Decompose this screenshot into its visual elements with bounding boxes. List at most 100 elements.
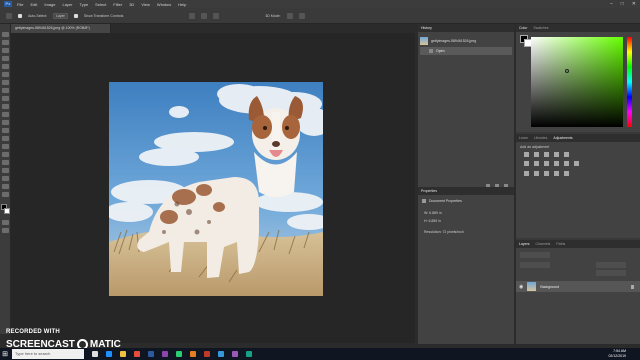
- tab-color[interactable]: Color: [519, 26, 527, 30]
- move-tool-icon[interactable]: [2, 32, 9, 37]
- vibrance-icon[interactable]: [564, 152, 569, 157]
- menu-view[interactable]: View: [141, 2, 150, 7]
- tab-channels[interactable]: Channels: [536, 242, 551, 246]
- app-icon[interactable]: [246, 351, 252, 357]
- curves-icon[interactable]: [544, 152, 549, 157]
- type-tool-icon[interactable]: [2, 152, 9, 157]
- menu-layer[interactable]: Layer: [62, 2, 72, 7]
- gradient-map-icon[interactable]: [554, 170, 559, 176]
- 3d-rotate-icon[interactable]: [286, 12, 293, 19]
- hue-saturation-icon[interactable]: [524, 161, 529, 167]
- close-icon[interactable]: ✕: [632, 1, 636, 7]
- tab-layers[interactable]: Layers: [519, 242, 530, 246]
- document-tab[interactable]: gettyimages-589461526.jpeg @ 100% (RGB/8…: [11, 24, 111, 33]
- fill-field[interactable]: [596, 270, 626, 276]
- brightness-icon[interactable]: [524, 152, 529, 157]
- acrobat-icon[interactable]: [204, 351, 210, 357]
- more-tools-icon[interactable]: [2, 192, 9, 197]
- minimize-icon[interactable]: –: [610, 1, 613, 7]
- blur-tool-icon[interactable]: [2, 128, 9, 133]
- levels-icon[interactable]: [534, 152, 539, 157]
- screen-mode-icon[interactable]: [2, 228, 9, 233]
- hue-slider[interactable]: [627, 37, 632, 127]
- menu-window[interactable]: Window: [157, 2, 171, 7]
- menu-image[interactable]: Image: [44, 2, 55, 7]
- height-value[interactable]: H: 6.889 in: [424, 219, 441, 223]
- tab-libraries[interactable]: Libraries: [534, 136, 547, 140]
- premiere-icon[interactable]: [162, 351, 168, 357]
- crop-tool-icon[interactable]: [2, 64, 9, 69]
- healing-tool-icon[interactable]: [2, 80, 9, 85]
- hand-tool-icon[interactable]: [2, 176, 9, 181]
- eye-icon[interactable]: ◉: [519, 284, 523, 290]
- history-state-row[interactable]: Open: [420, 47, 512, 55]
- color-balance-icon[interactable]: [534, 161, 539, 167]
- taskbar-clock[interactable]: 7:54 AM 02/12/2019: [608, 349, 626, 358]
- shape-tool-icon[interactable]: [2, 168, 9, 173]
- history-snapshot-row[interactable]: gettyimages-589461526.jpeg: [420, 36, 512, 45]
- history-brush-tool-icon[interactable]: [2, 104, 9, 109]
- maximize-icon[interactable]: □: [621, 1, 624, 7]
- brush-tool-icon[interactable]: [2, 88, 9, 93]
- color-picker-cursor[interactable]: [565, 69, 569, 73]
- color-picker-field[interactable]: [531, 37, 623, 127]
- mail-icon[interactable]: [218, 351, 224, 357]
- color-lookup-icon[interactable]: [574, 161, 579, 167]
- move-tool-icon[interactable]: [6, 12, 12, 19]
- blend-mode-dropdown[interactable]: [520, 262, 550, 268]
- zoom-tool-icon[interactable]: [2, 184, 9, 189]
- menu-select[interactable]: Select: [95, 2, 106, 7]
- edge-icon[interactable]: [106, 351, 112, 357]
- posterize-icon[interactable]: [534, 170, 539, 176]
- gradient-tool-icon[interactable]: [2, 120, 9, 125]
- lasso-tool-icon[interactable]: [2, 48, 9, 53]
- menu-file[interactable]: File: [17, 2, 23, 7]
- menu-type[interactable]: Type: [80, 2, 89, 7]
- file-explorer-icon[interactable]: [120, 351, 126, 357]
- channel-mixer-icon[interactable]: [564, 161, 569, 167]
- tab-swatches[interactable]: Swatches: [533, 26, 548, 30]
- dodge-tool-icon[interactable]: [2, 136, 9, 141]
- tab-properties[interactable]: Properties: [421, 189, 437, 193]
- black-white-icon[interactable]: [544, 161, 549, 167]
- stamp-tool-icon[interactable]: [2, 96, 9, 101]
- layer-filter-dropdown[interactable]: [520, 252, 550, 258]
- illustrator-icon[interactable]: [190, 351, 196, 357]
- taskbar-search-input[interactable]: Type here to search: [12, 349, 84, 359]
- task-view-icon[interactable]: [92, 351, 98, 357]
- menu-edit[interactable]: Edit: [30, 2, 37, 7]
- auto-select-dropdown[interactable]: Layer: [53, 12, 68, 19]
- pen-tool-icon[interactable]: [2, 144, 9, 149]
- photo-filter-icon[interactable]: [554, 161, 559, 167]
- tab-adjustments[interactable]: Adjustments: [553, 136, 572, 140]
- auto-select-checkbox[interactable]: [18, 13, 22, 18]
- windows-start-icon[interactable]: ⊞: [0, 348, 10, 360]
- exposure-icon[interactable]: [554, 152, 559, 157]
- opacity-field[interactable]: [596, 262, 626, 268]
- show-transform-checkbox[interactable]: [73, 13, 78, 18]
- path-select-tool-icon[interactable]: [2, 160, 9, 165]
- app-icon[interactable]: [176, 351, 182, 357]
- distribute-icon[interactable]: [213, 12, 220, 19]
- chrome-icon[interactable]: [134, 351, 140, 357]
- quick-mask-icon[interactable]: [2, 220, 9, 225]
- quick-select-tool-icon[interactable]: [2, 56, 9, 61]
- tab-learn[interactable]: Learn: [519, 136, 528, 140]
- invert-icon[interactable]: [524, 170, 529, 176]
- layer-row-background[interactable]: ◉ Background: [516, 281, 640, 292]
- document-image[interactable]: [109, 82, 323, 296]
- 3d-pan-icon[interactable]: [298, 12, 305, 19]
- menu-filter[interactable]: Filter: [113, 2, 122, 7]
- align-icon[interactable]: [189, 12, 196, 19]
- tab-history[interactable]: History: [421, 26, 432, 30]
- menu-3d[interactable]: 3D: [129, 2, 134, 7]
- selective-color-icon[interactable]: [564, 170, 569, 176]
- tab-paths[interactable]: Paths: [556, 242, 565, 246]
- eyedropper-tool-icon[interactable]: [2, 72, 9, 77]
- threshold-icon[interactable]: [544, 170, 549, 176]
- marquee-tool-icon[interactable]: [2, 40, 9, 45]
- photoshop-taskbar-icon[interactable]: [148, 351, 154, 357]
- menu-help[interactable]: Help: [178, 2, 186, 7]
- app-icon[interactable]: [232, 351, 238, 357]
- width-value[interactable]: W: 6.889 in: [424, 211, 442, 215]
